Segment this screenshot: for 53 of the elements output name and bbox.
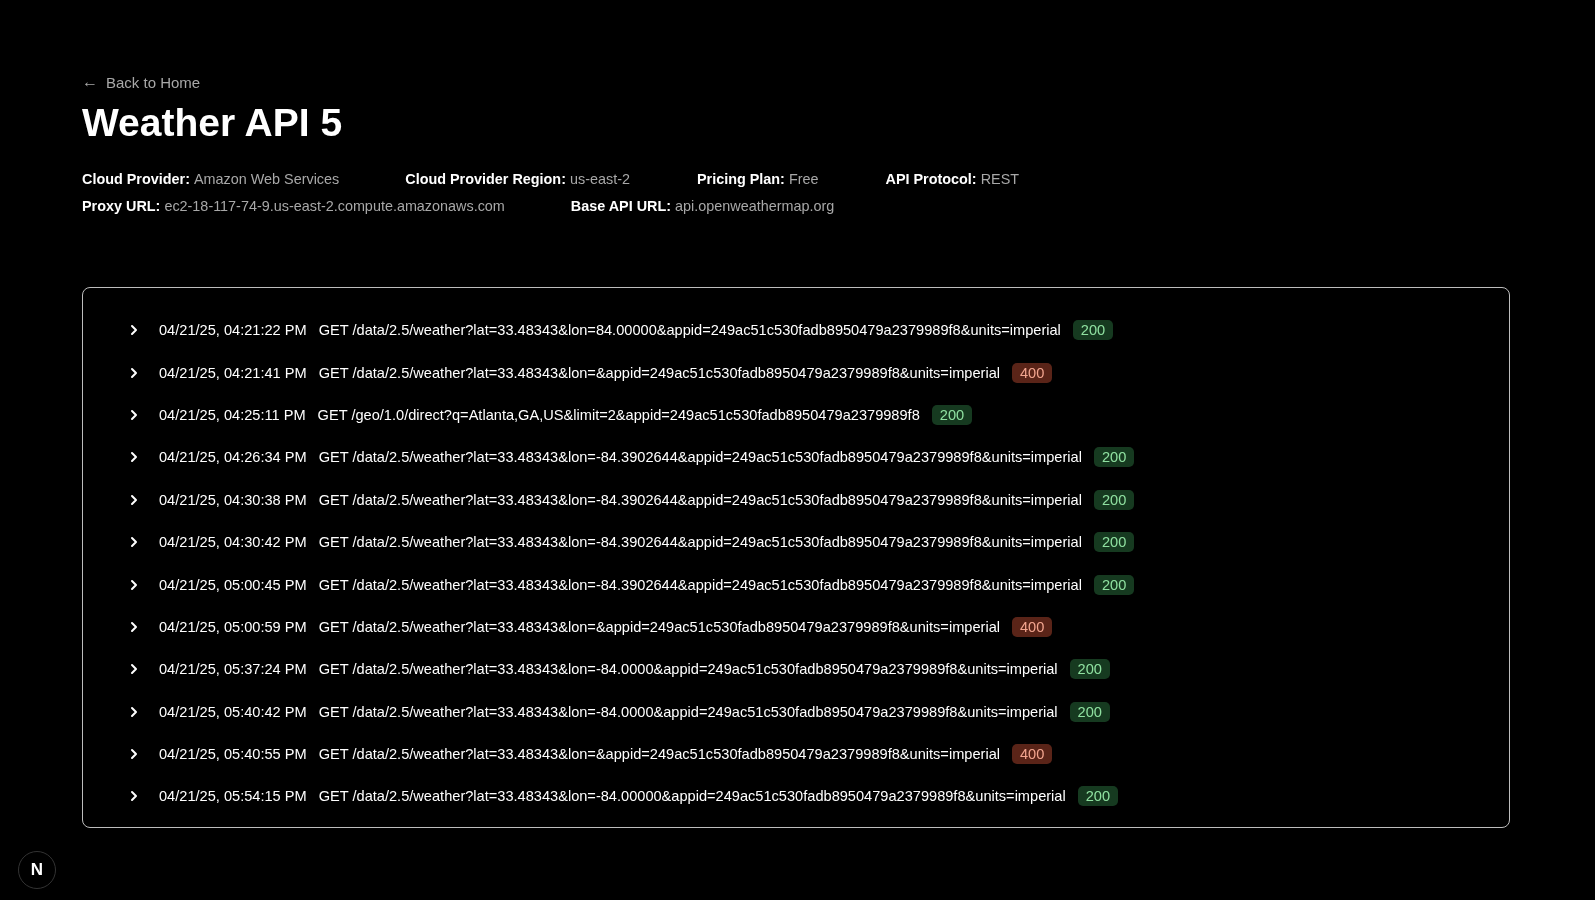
request-timestamp: 04/21/25, 05:00:59 PM	[159, 618, 307, 635]
request-line: GET /data/2.5/weather?lat=33.48343&lon=84.00000&appid=249ac51c530fadb8950479a2379989f8&units=imperial	[318, 322, 1061, 339]
back-link[interactable]: ← Back to Home	[82, 73, 201, 91]
request-line: GET /data/2.5/weather?lat=33.48343&lon=-84.0000&appid=249ac51c530fadb8950479a2379989f8&units=imperial	[318, 661, 1058, 678]
status-badge: 400	[1012, 744, 1053, 765]
request-timestamp: 04/21/25, 04:30:42 PM	[159, 534, 307, 551]
page-title: Weather API 5	[82, 101, 344, 145]
back-link-label: Back to Home	[106, 73, 201, 91]
meta-label: Pricing Plan:	[696, 171, 785, 187]
request-timestamp: 04/21/25, 05:00:45 PM	[159, 576, 307, 593]
meta-label: Cloud Provider Region:	[405, 171, 566, 187]
request-line: GET /data/2.5/weather?lat=33.48343&lon=-84.00000&appid=249ac51c530fadb8950479a2379989f8&units=imperial	[318, 788, 1066, 805]
request-line: GET /data/2.5/weather?lat=33.48343&lon=-84.3902644&appid=249ac51c530fadb8950479a2379989f8&units=imperial	[318, 576, 1082, 593]
request-line: GET /data/2.5/weather?lat=33.48343&lon=-84.3902644&appid=249ac51c530fadb8950479a2379989f8&units=imperial	[318, 449, 1082, 466]
status-badge: 400	[1012, 616, 1053, 637]
arrow-left-icon: ←	[82, 73, 98, 91]
request-line: GET /data/2.5/weather?lat=33.48343&lon=-84.3902644&appid=249ac51c530fadb8950479a2379989f8&units=imperial	[318, 534, 1082, 551]
status-badge: 200	[1077, 786, 1119, 807]
meta-value: Amazon Web Services	[193, 171, 340, 187]
meta-value: api.openweathermap.org	[675, 198, 835, 214]
status-badge: 200	[931, 404, 973, 425]
request-timestamp: 04/21/25, 04:25:11 PM	[159, 406, 306, 423]
request-line: GET /geo/1.0/direct?q=Atlanta,GA,US&limit=2&appid=249ac51c530fadb8950479a2379989f8	[317, 406, 920, 423]
request-line: GET /data/2.5/weather?lat=33.48343&lon=-84.0000&appid=249ac51c530fadb8950479a2379989f8&units=imperial	[318, 703, 1058, 720]
request-timestamp: 04/21/25, 04:26:34 PM	[159, 449, 307, 466]
request-line: GET /data/2.5/weather?lat=33.48343&lon=&appid=249ac51c530fadb8950479a2379989f8&units=imperial	[318, 618, 1000, 635]
request-timestamp: 04/21/25, 04:21:22 PM	[159, 322, 307, 339]
status-badge: 200	[1093, 489, 1135, 510]
request-timestamp: 04/21/25, 05:37:24 PM	[159, 661, 307, 678]
status-badge: 400	[1012, 362, 1053, 383]
request-timestamp: 04/21/25, 05:40:42 PM	[159, 703, 307, 720]
request-timestamp: 04/21/25, 04:21:41 PM	[159, 364, 307, 381]
meta-label: Base API URL:	[570, 198, 672, 214]
request-line: GET /data/2.5/weather?lat=33.48343&lon=&appid=249ac51c530fadb8950479a2379989f8&units=imperial	[318, 364, 1000, 381]
status-badge: 200	[1093, 574, 1135, 595]
status-badge: 200	[1093, 447, 1135, 468]
meta-label: Cloud Provider:	[82, 171, 190, 187]
dev-tools-badge[interactable]: N	[18, 851, 56, 889]
meta-value: REST	[980, 171, 1020, 187]
status-badge: 200	[1072, 320, 1114, 341]
meta-label: Proxy URL:	[82, 198, 161, 214]
request-line: GET /data/2.5/weather?lat=33.48343&lon=-84.3902644&appid=249ac51c530fadb8950479a2379989f8&units=imperial	[318, 491, 1082, 508]
meta-value: us-east-2	[569, 171, 630, 187]
request-line: GET /data/2.5/weather?lat=33.48343&lon=&appid=249ac51c530fadb8950479a2379989f8&units=imperial	[318, 746, 1000, 763]
status-badge: 200	[1069, 659, 1110, 680]
request-timestamp: 04/21/25, 05:40:55 PM	[159, 746, 307, 763]
request-timestamp: 04/21/25, 04:30:38 PM	[159, 491, 307, 508]
request-timestamp: 04/21/25, 05:54:15 PM	[159, 788, 307, 805]
meta-value: Free	[788, 171, 819, 187]
status-badge: 200	[1069, 701, 1110, 722]
meta-label: API Protocol:	[885, 171, 977, 187]
meta-value: ec2-18-117-74-9.us-east-2.compute.amazonaws.com	[164, 198, 505, 214]
status-badge: 200	[1093, 532, 1135, 553]
